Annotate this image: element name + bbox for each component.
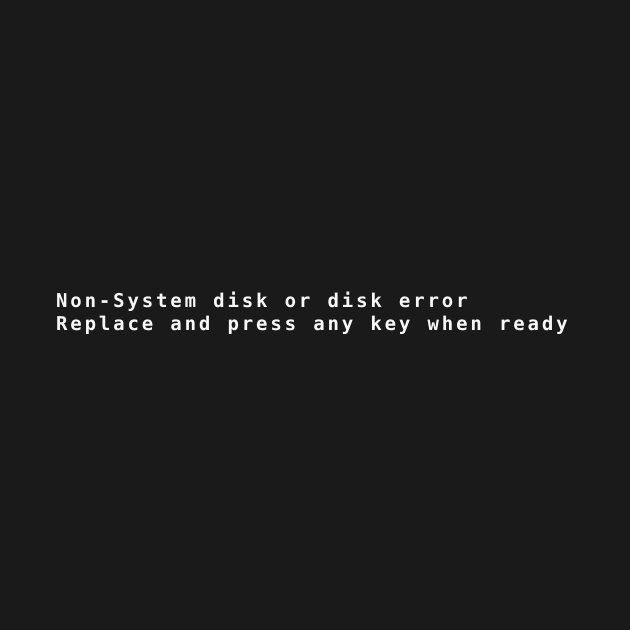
boot-error-line-2: Replace and press any key when ready: [56, 313, 571, 335]
boot-error-message: Non-System disk or disk error Replace an…: [56, 290, 570, 336]
boot-error-screen: Non-System disk or disk error Replace an…: [0, 0, 630, 630]
boot-error-line-1: Non-System disk or disk error: [56, 290, 471, 312]
